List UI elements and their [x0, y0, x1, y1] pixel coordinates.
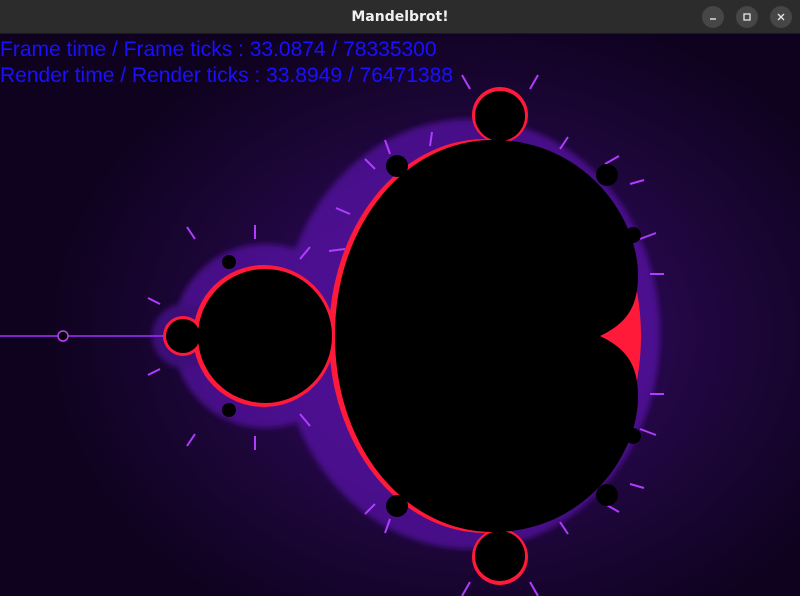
mandelbrot-fractal: [0, 74, 664, 596]
application-window: Mandelbrot! Frame time / Frame ticks: 3…: [0, 0, 800, 596]
frame-time-readout: Frame time / Frame ticks : 33.0874 / 783…: [0, 38, 437, 61]
mandelbrot-set: [166, 91, 641, 581]
minimize-button[interactable]: [702, 6, 724, 28]
minimize-icon: [708, 12, 718, 22]
title-bar[interactable]: Mandelbrot!: [0, 0, 800, 34]
maximize-button[interactable]: [736, 6, 758, 28]
render-time-readout: Render time / Render ticks : 33.8949 / 7…: [0, 64, 453, 87]
close-icon: [776, 12, 786, 22]
render-canvas[interactable]: Frame time / Frame ticks : 33.0874 / 783…: [0, 34, 800, 596]
window-title: Mandelbrot!: [351, 9, 449, 25]
maximize-icon: [742, 12, 752, 22]
close-button[interactable]: [770, 6, 792, 28]
